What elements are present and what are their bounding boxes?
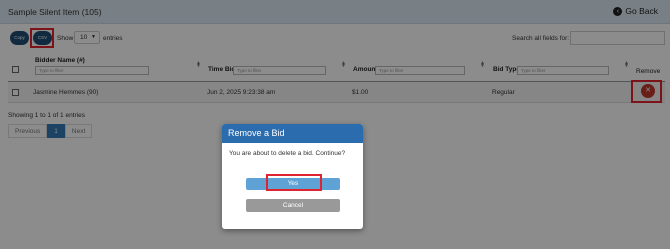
remove-bid-dialog: Remove a Bid You are about to delete a b… (222, 124, 363, 229)
cancel-button[interactable]: Cancel (246, 199, 340, 212)
dialog-message: You are about to delete a bid. Continue? (229, 150, 346, 157)
dialog-title: Remove a Bid (222, 124, 363, 143)
yes-highlight-box (266, 174, 322, 191)
